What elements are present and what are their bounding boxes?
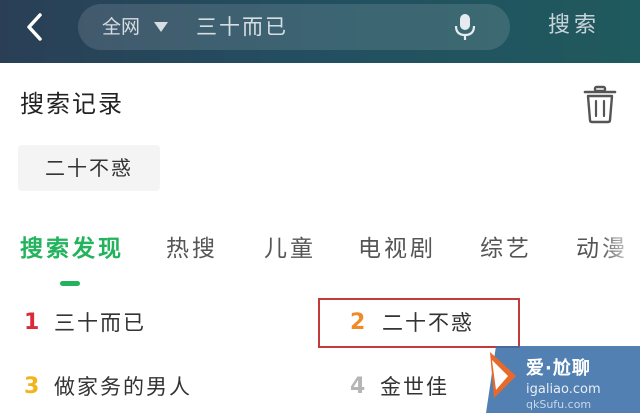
- voice-search-button[interactable]: [450, 12, 480, 42]
- microphone-icon: [454, 14, 476, 40]
- discover-item-label: 金世佳: [380, 375, 449, 399]
- discover-item-3[interactable]: 3 做家务的男人: [24, 364, 284, 410]
- tab-hot-search[interactable]: 热搜: [166, 226, 218, 272]
- history-item[interactable]: 二十不惑: [18, 145, 160, 191]
- discover-item-4[interactable]: 4 金世佳: [350, 364, 490, 410]
- discover-item-2[interactable]: 2 二十不惑: [318, 298, 520, 348]
- search-button[interactable]: 搜索: [548, 6, 600, 46]
- search-history-title: 搜索记录: [20, 90, 124, 118]
- search-box[interactable]: 全网 三十而已: [78, 4, 510, 50]
- tab-search-discover[interactable]: 搜索发现: [20, 226, 124, 272]
- discover-item-label: 做家务的男人: [54, 375, 192, 399]
- search-scope-dropdown[interactable]: 全网: [102, 4, 140, 50]
- site-watermark: 爱·尬聊 igaliao.com qkSufu.com: [486, 346, 640, 413]
- tabs-fade-overlay: [600, 226, 640, 276]
- discover-item-1[interactable]: 1 三十而已: [24, 300, 284, 346]
- watermark-brand: 爱·尬聊: [526, 358, 591, 379]
- top-search-bar: 全网 三十而已 搜索: [0, 0, 640, 63]
- chevron-left-icon: [27, 13, 42, 41]
- tab-kids[interactable]: 儿童: [264, 226, 316, 272]
- rank-number: 4: [350, 374, 366, 399]
- search-input[interactable]: 三十而已: [196, 4, 288, 50]
- discover-item-label: 三十而已: [54, 311, 146, 335]
- discover-item-label: 二十不惑: [382, 311, 474, 335]
- back-button[interactable]: [18, 10, 52, 44]
- category-tabs: 搜索发现 热搜 儿童 电视剧 综艺 动漫: [0, 226, 640, 286]
- rank-number: 3: [24, 374, 40, 399]
- watermark-url: igaliao.com: [526, 382, 601, 397]
- caret-down-icon: [154, 22, 168, 32]
- watermark-extra: qkSufu.com: [526, 398, 592, 411]
- clear-history-button[interactable]: [581, 84, 619, 124]
- rank-number: 1: [24, 310, 40, 335]
- tab-tv-series[interactable]: 电视剧: [358, 226, 436, 272]
- trash-icon: [583, 85, 617, 124]
- active-tab-indicator: [60, 281, 80, 286]
- rank-number: 2: [350, 310, 366, 335]
- tab-variety[interactable]: 综艺: [480, 226, 532, 272]
